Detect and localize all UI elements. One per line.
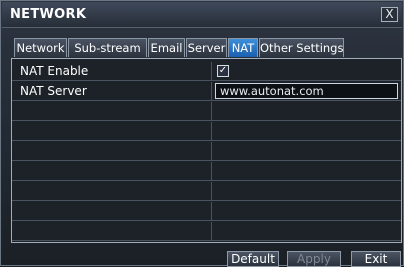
empty-cell	[12, 182, 212, 200]
empty-cell	[12, 162, 212, 180]
table-row	[12, 222, 401, 241]
table-row	[12, 182, 401, 201]
nat-enable-value-cell: ✓	[213, 62, 401, 80]
tab-network[interactable]: Network	[14, 38, 67, 57]
tab-nat[interactable]: NAT	[228, 38, 258, 57]
empty-cell	[12, 122, 212, 140]
tab-email[interactable]: Email	[148, 38, 185, 57]
tab-server[interactable]: Server	[186, 38, 227, 57]
nat-server-label: NAT Server	[12, 82, 212, 100]
close-button[interactable]: X	[381, 7, 398, 22]
table-row-nat-enable: NAT Enable ✓	[12, 62, 401, 81]
nat-enable-label: NAT Enable	[12, 62, 212, 80]
table-row	[12, 162, 401, 181]
default-button[interactable]: Default	[227, 251, 279, 267]
empty-cell	[12, 142, 212, 160]
empty-cell	[12, 222, 212, 240]
window-title: NETWORK	[10, 7, 87, 22]
nat-enable-checkbox[interactable]: ✓	[217, 65, 229, 77]
exit-button[interactable]: Exit	[351, 251, 401, 267]
table-row	[12, 142, 401, 161]
tab-sub-stream[interactable]: Sub-stream	[68, 38, 147, 57]
table-row	[12, 102, 401, 121]
apply-button[interactable]: Apply	[287, 251, 341, 267]
nat-server-field[interactable]	[215, 83, 398, 99]
checkmark-icon: ✓	[218, 65, 228, 76]
table-row-nat-server: NAT Server	[12, 82, 401, 101]
table-row	[12, 122, 401, 141]
tab-other-settings[interactable]: Other Settings	[259, 38, 344, 57]
settings-table: NAT Enable ✓ NAT Server	[11, 58, 402, 243]
empty-cell	[12, 102, 212, 120]
network-dialog: NETWORK X Network Sub-stream Email Serve…	[0, 0, 404, 267]
table-row	[12, 202, 401, 221]
title-bar: NETWORK X	[2, 2, 402, 28]
empty-cell	[12, 202, 212, 220]
close-icon: X	[385, 7, 394, 21]
nat-server-value-cell	[213, 82, 401, 100]
